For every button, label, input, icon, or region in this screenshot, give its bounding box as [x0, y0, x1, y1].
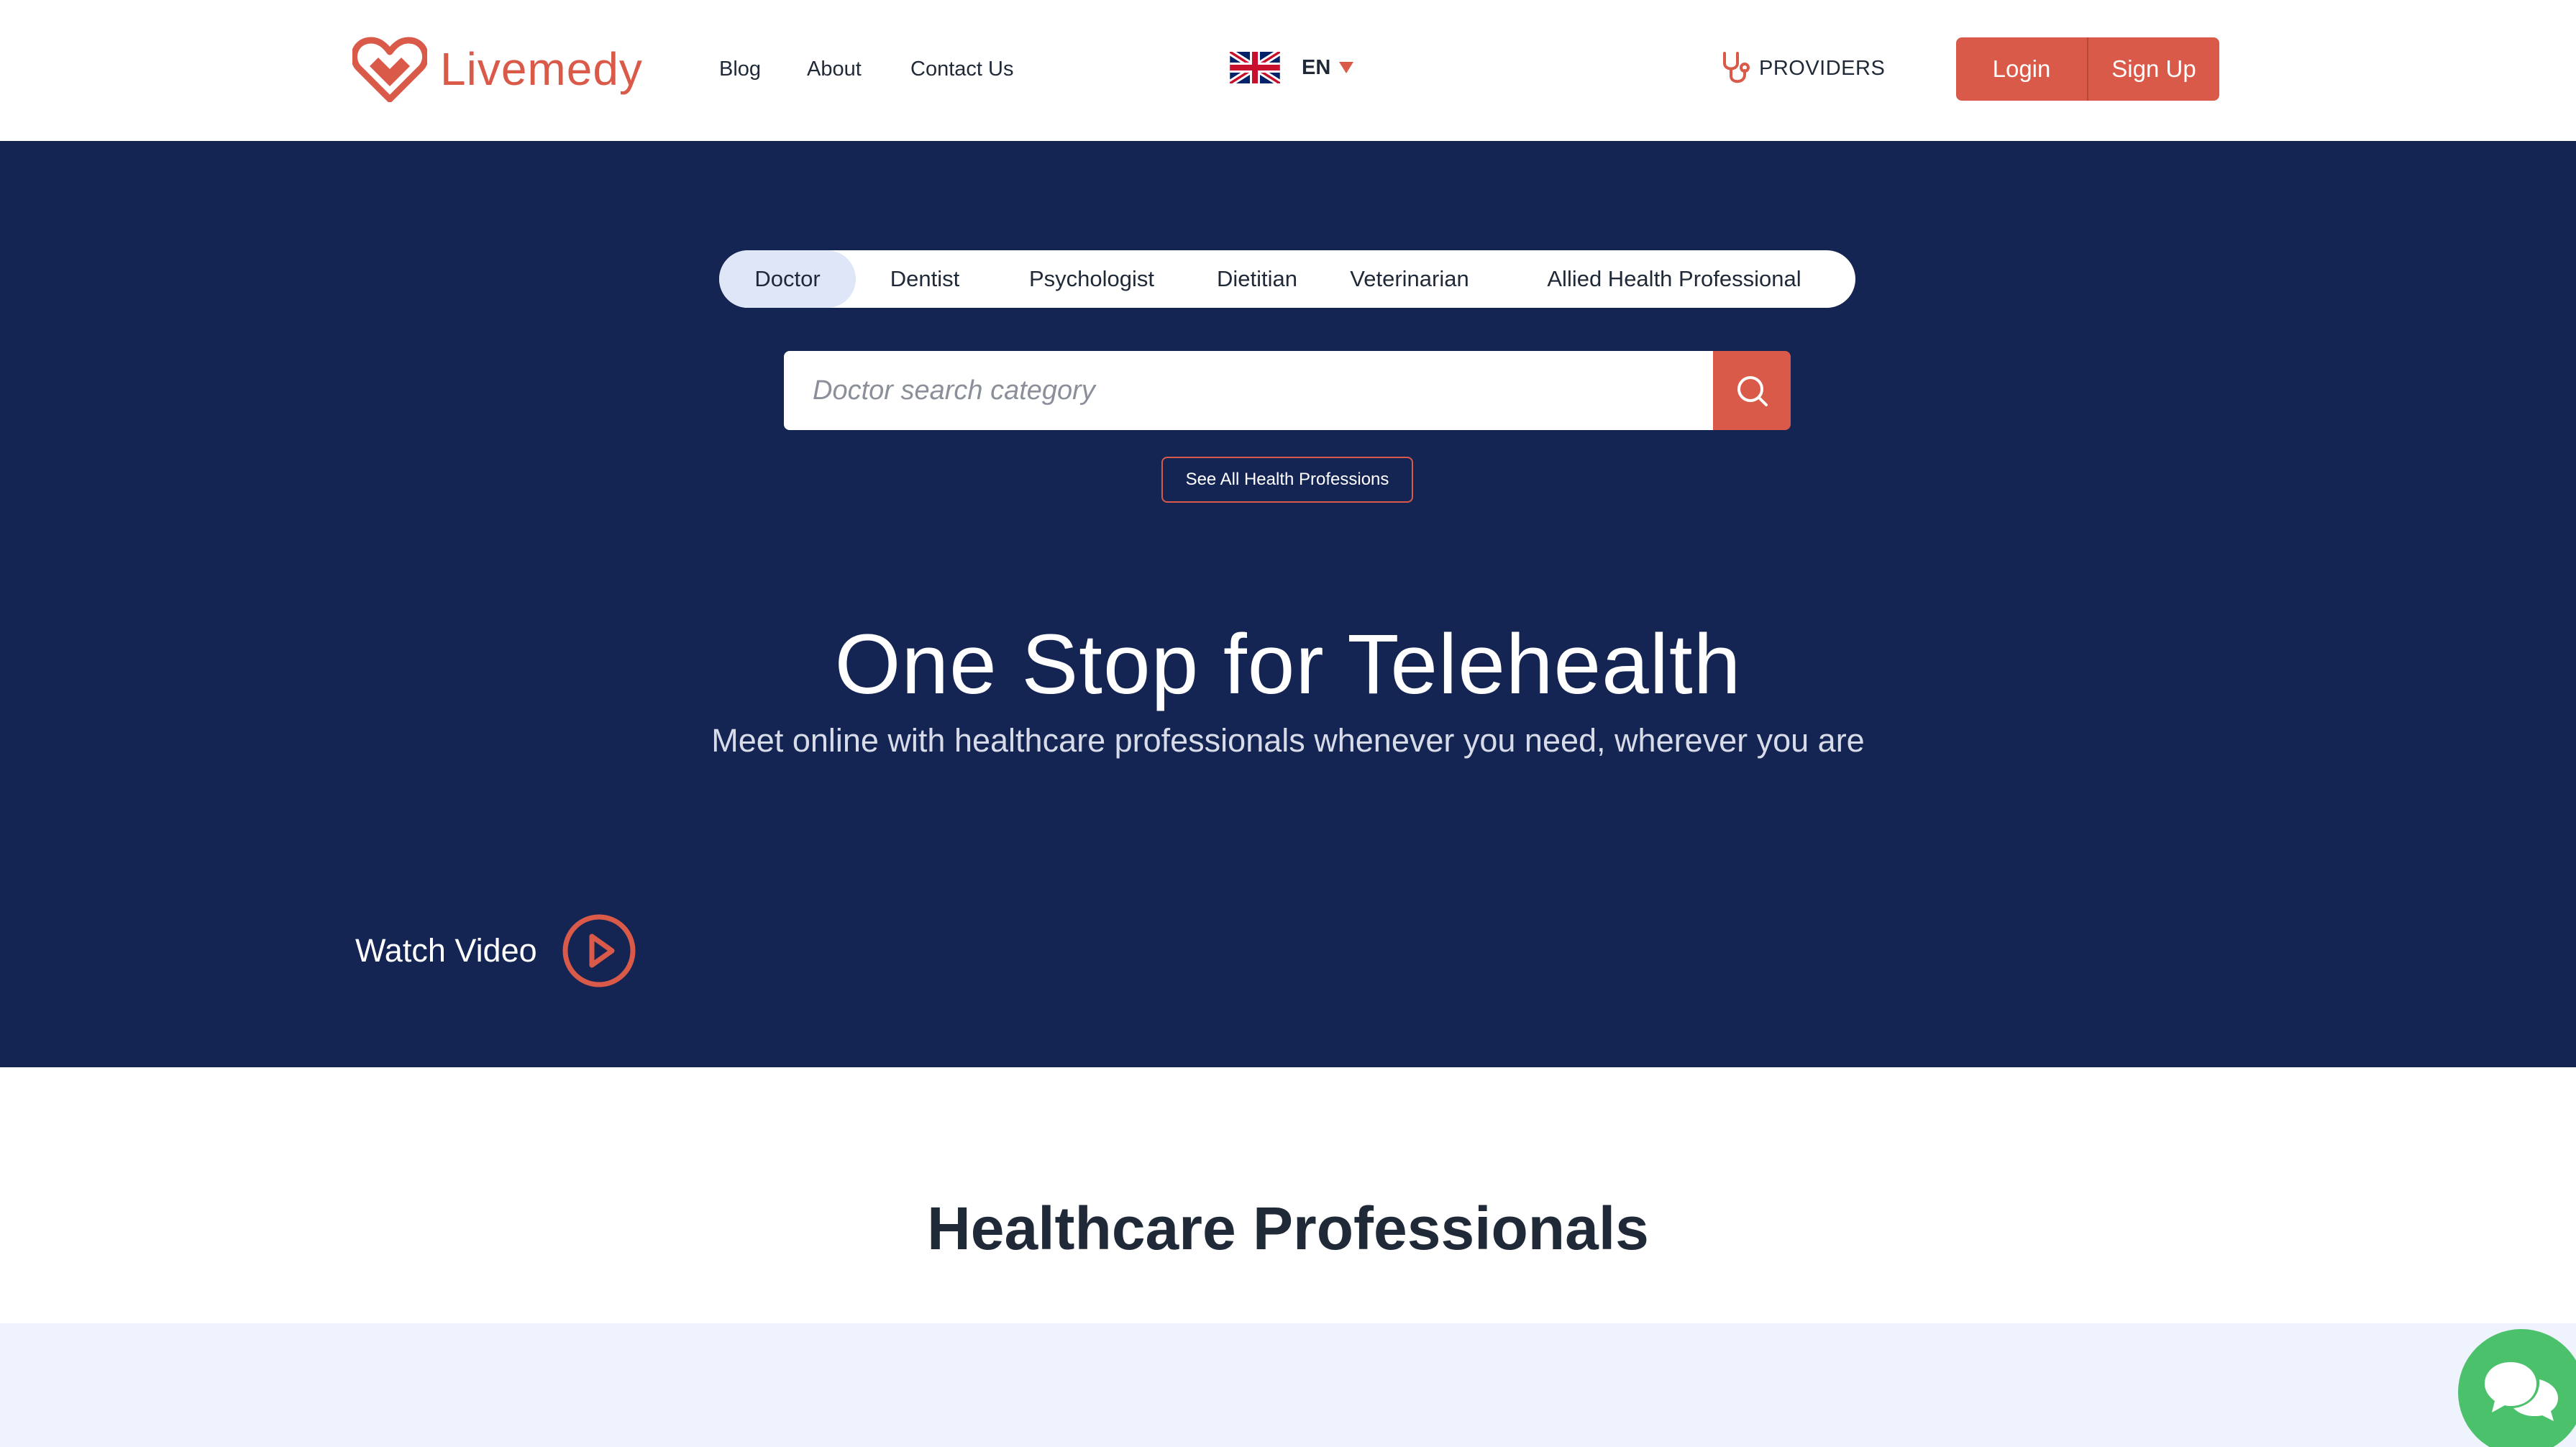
stethoscope-icon	[1723, 52, 1750, 83]
language-code: EN	[1302, 55, 1331, 79]
healthcare-professionals-heading: Healthcare Professionals	[927, 1195, 1649, 1262]
professionals-band	[0, 1323, 2576, 1447]
nav-contact-us[interactable]: Contact Us	[910, 55, 1013, 83]
uk-flag-icon	[1230, 52, 1280, 83]
tab-psychologist[interactable]: Psychologist	[994, 250, 1189, 308]
tab-veterinarian[interactable]: Veterinarian	[1325, 250, 1494, 308]
top-header: Livemedy Blog About Contact Us EN PROVID…	[0, 0, 2576, 141]
tab-dentist[interactable]: Dentist	[856, 250, 994, 308]
chat-bubbles-icon	[2485, 1362, 2558, 1421]
profession-tabs: Doctor Dentist Psychologist Dietitian Ve…	[719, 250, 1855, 308]
tab-allied-health-professional[interactable]: Allied Health Professional	[1494, 250, 1854, 308]
hero-subtitle: Meet online with healthcare professional…	[711, 722, 1865, 759]
hero-section: Doctor Dentist Psychologist Dietitian Ve…	[0, 141, 2576, 1067]
hero-title: One Stop for Telehealth	[834, 617, 1742, 712]
providers-link[interactable]: PROVIDERS	[1719, 50, 1885, 86]
watch-video-label: Watch Video	[355, 932, 537, 969]
search-button[interactable]	[1713, 351, 1791, 430]
heart-logo-icon	[352, 37, 427, 102]
auth-buttons: Login Sign Up	[1956, 37, 2219, 101]
watch-video-button[interactable]: Watch Video	[355, 913, 636, 988]
logo[interactable]: Livemedy	[352, 33, 643, 105]
page: Livemedy Blog About Contact Us EN PROVID…	[0, 0, 2576, 1447]
language-selector[interactable]: EN	[1230, 52, 1354, 83]
logo-text: Livemedy	[440, 43, 643, 95]
nav-about[interactable]: About	[807, 55, 862, 83]
play-circle-icon	[562, 914, 636, 987]
search-input[interactable]	[784, 351, 1713, 430]
tab-dietitian[interactable]: Dietitian	[1189, 250, 1325, 308]
sign-up-button[interactable]: Sign Up	[2088, 37, 2219, 101]
tab-doctor[interactable]: Doctor	[719, 250, 856, 308]
see-all-professions-button[interactable]: See All Health Professions	[1161, 457, 1413, 503]
search-icon	[1737, 376, 1768, 406]
providers-label: PROVIDERS	[1759, 56, 1886, 80]
caret-down-icon	[1339, 62, 1354, 73]
nav-blog[interactable]: Blog	[719, 55, 761, 83]
search-bar	[784, 351, 1791, 430]
login-button[interactable]: Login	[1956, 37, 2088, 101]
